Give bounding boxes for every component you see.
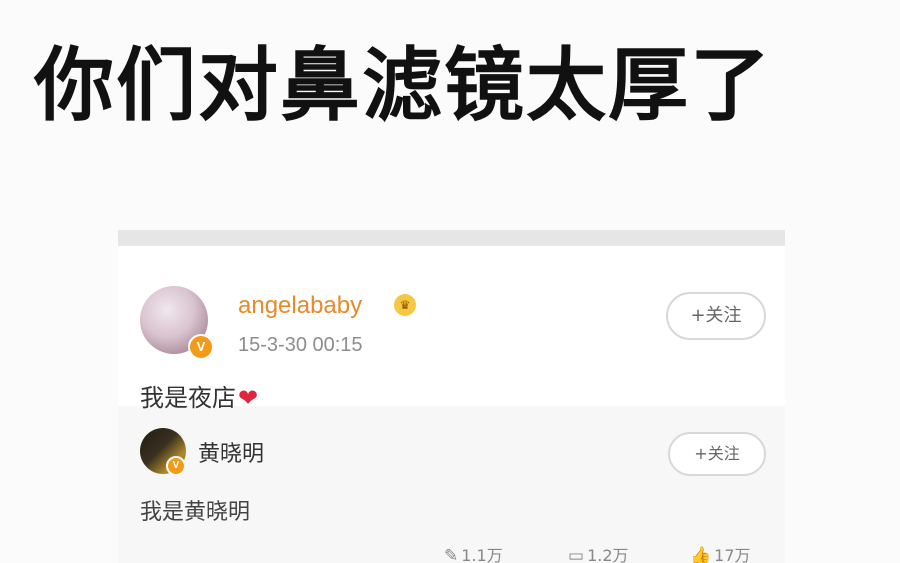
top-divider <box>118 230 785 246</box>
reply-content: 我是黄晓明 <box>140 500 251 525</box>
follow-button[interactable]: +关注 <box>666 292 766 340</box>
like-count: 17万 <box>714 546 751 563</box>
heart-icon: ❤ <box>238 384 259 412</box>
reply-follow-button[interactable]: +关注 <box>668 432 766 476</box>
crown-icon: ♛ <box>394 294 416 316</box>
post-content: 我是夜店❤ <box>140 378 258 413</box>
post-username[interactable]: angelababy <box>238 292 362 320</box>
reply-username[interactable]: 黄晓明 <box>198 436 264 468</box>
like-icon: 👍 <box>690 546 712 563</box>
comment-stat[interactable]: ▭ 1.2万 <box>568 542 629 563</box>
verified-badge: V <box>188 334 214 360</box>
original-post: V angelababy ♛ 15-3-30 00:15 +关注 我是夜店❤ <box>118 246 785 412</box>
like-stat[interactable]: 👍 17万 <box>690 542 751 563</box>
comment-count: 1.2万 <box>587 546 629 563</box>
comment-icon: ▭ <box>568 546 585 563</box>
repost-count: 1.1万 <box>461 546 503 563</box>
post-timestamp: 15-3-30 00:15 <box>238 334 363 356</box>
reply-verified-badge: V <box>166 456 186 476</box>
meme-headline: 你们对鼻滤镜太厚了 <box>34 39 772 132</box>
repost-stat[interactable]: ✎ 1.1万 <box>444 542 503 563</box>
repost-icon: ✎ <box>444 546 459 563</box>
post-text: 我是夜店 <box>140 384 236 412</box>
weibo-post-card: V angelababy ♛ 15-3-30 00:15 +关注 我是夜店❤ V… <box>118 230 785 563</box>
